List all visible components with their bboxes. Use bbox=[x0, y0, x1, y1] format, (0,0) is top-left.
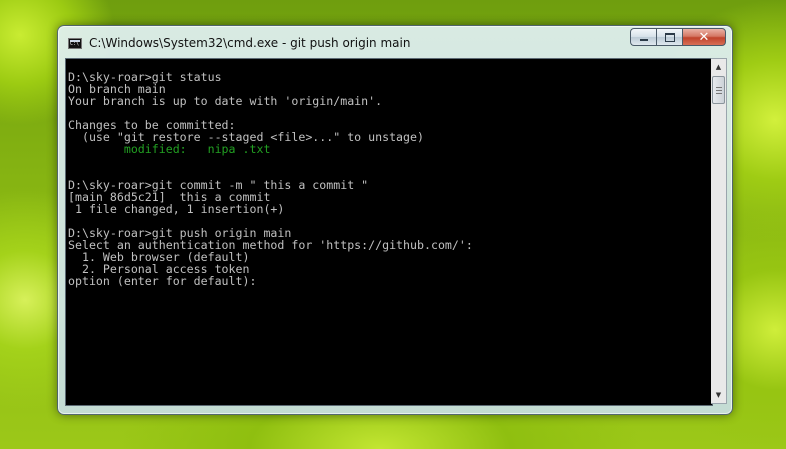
scroll-thumb[interactable] bbox=[712, 76, 725, 104]
title-bar[interactable]: C:\Windows\System32\cmd.exe - git push o… bbox=[58, 26, 732, 58]
console-line-modified: modified: nipa .txt bbox=[68, 142, 271, 156]
vertical-scrollbar[interactable]: ▲ ▼ bbox=[711, 58, 727, 404]
grip-line bbox=[716, 90, 722, 91]
console-prompt-line[interactable]: option (enter for default): bbox=[68, 275, 712, 287]
minimize-icon bbox=[639, 39, 648, 41]
window-controls: ✕ bbox=[630, 28, 726, 48]
maximize-button[interactable] bbox=[656, 28, 682, 46]
grip-line bbox=[716, 87, 722, 88]
cmd-app-icon[interactable] bbox=[68, 38, 82, 49]
minimize-button[interactable] bbox=[630, 28, 656, 46]
scroll-down-icon: ▼ bbox=[715, 391, 722, 399]
window-title: C:\Windows\System32\cmd.exe - git push o… bbox=[89, 36, 411, 50]
scroll-up-icon: ▲ bbox=[715, 63, 722, 71]
close-icon: ✕ bbox=[698, 29, 710, 45]
console-line: Your branch is up to date with 'origin/m… bbox=[68, 94, 383, 108]
cmd-window: C:\Windows\System32\cmd.exe - git push o… bbox=[57, 25, 733, 415]
grip-line bbox=[716, 93, 722, 94]
scroll-down-button[interactable]: ▼ bbox=[711, 387, 726, 403]
console-line: 1 file changed, 1 insertion(+) bbox=[68, 202, 285, 216]
maximize-icon bbox=[664, 32, 675, 42]
close-button[interactable]: ✕ bbox=[682, 28, 726, 46]
console-output[interactable]: D:\sky-roar>git status On branch main Your… bbox=[65, 58, 713, 406]
scroll-up-button[interactable]: ▲ bbox=[711, 59, 726, 75]
